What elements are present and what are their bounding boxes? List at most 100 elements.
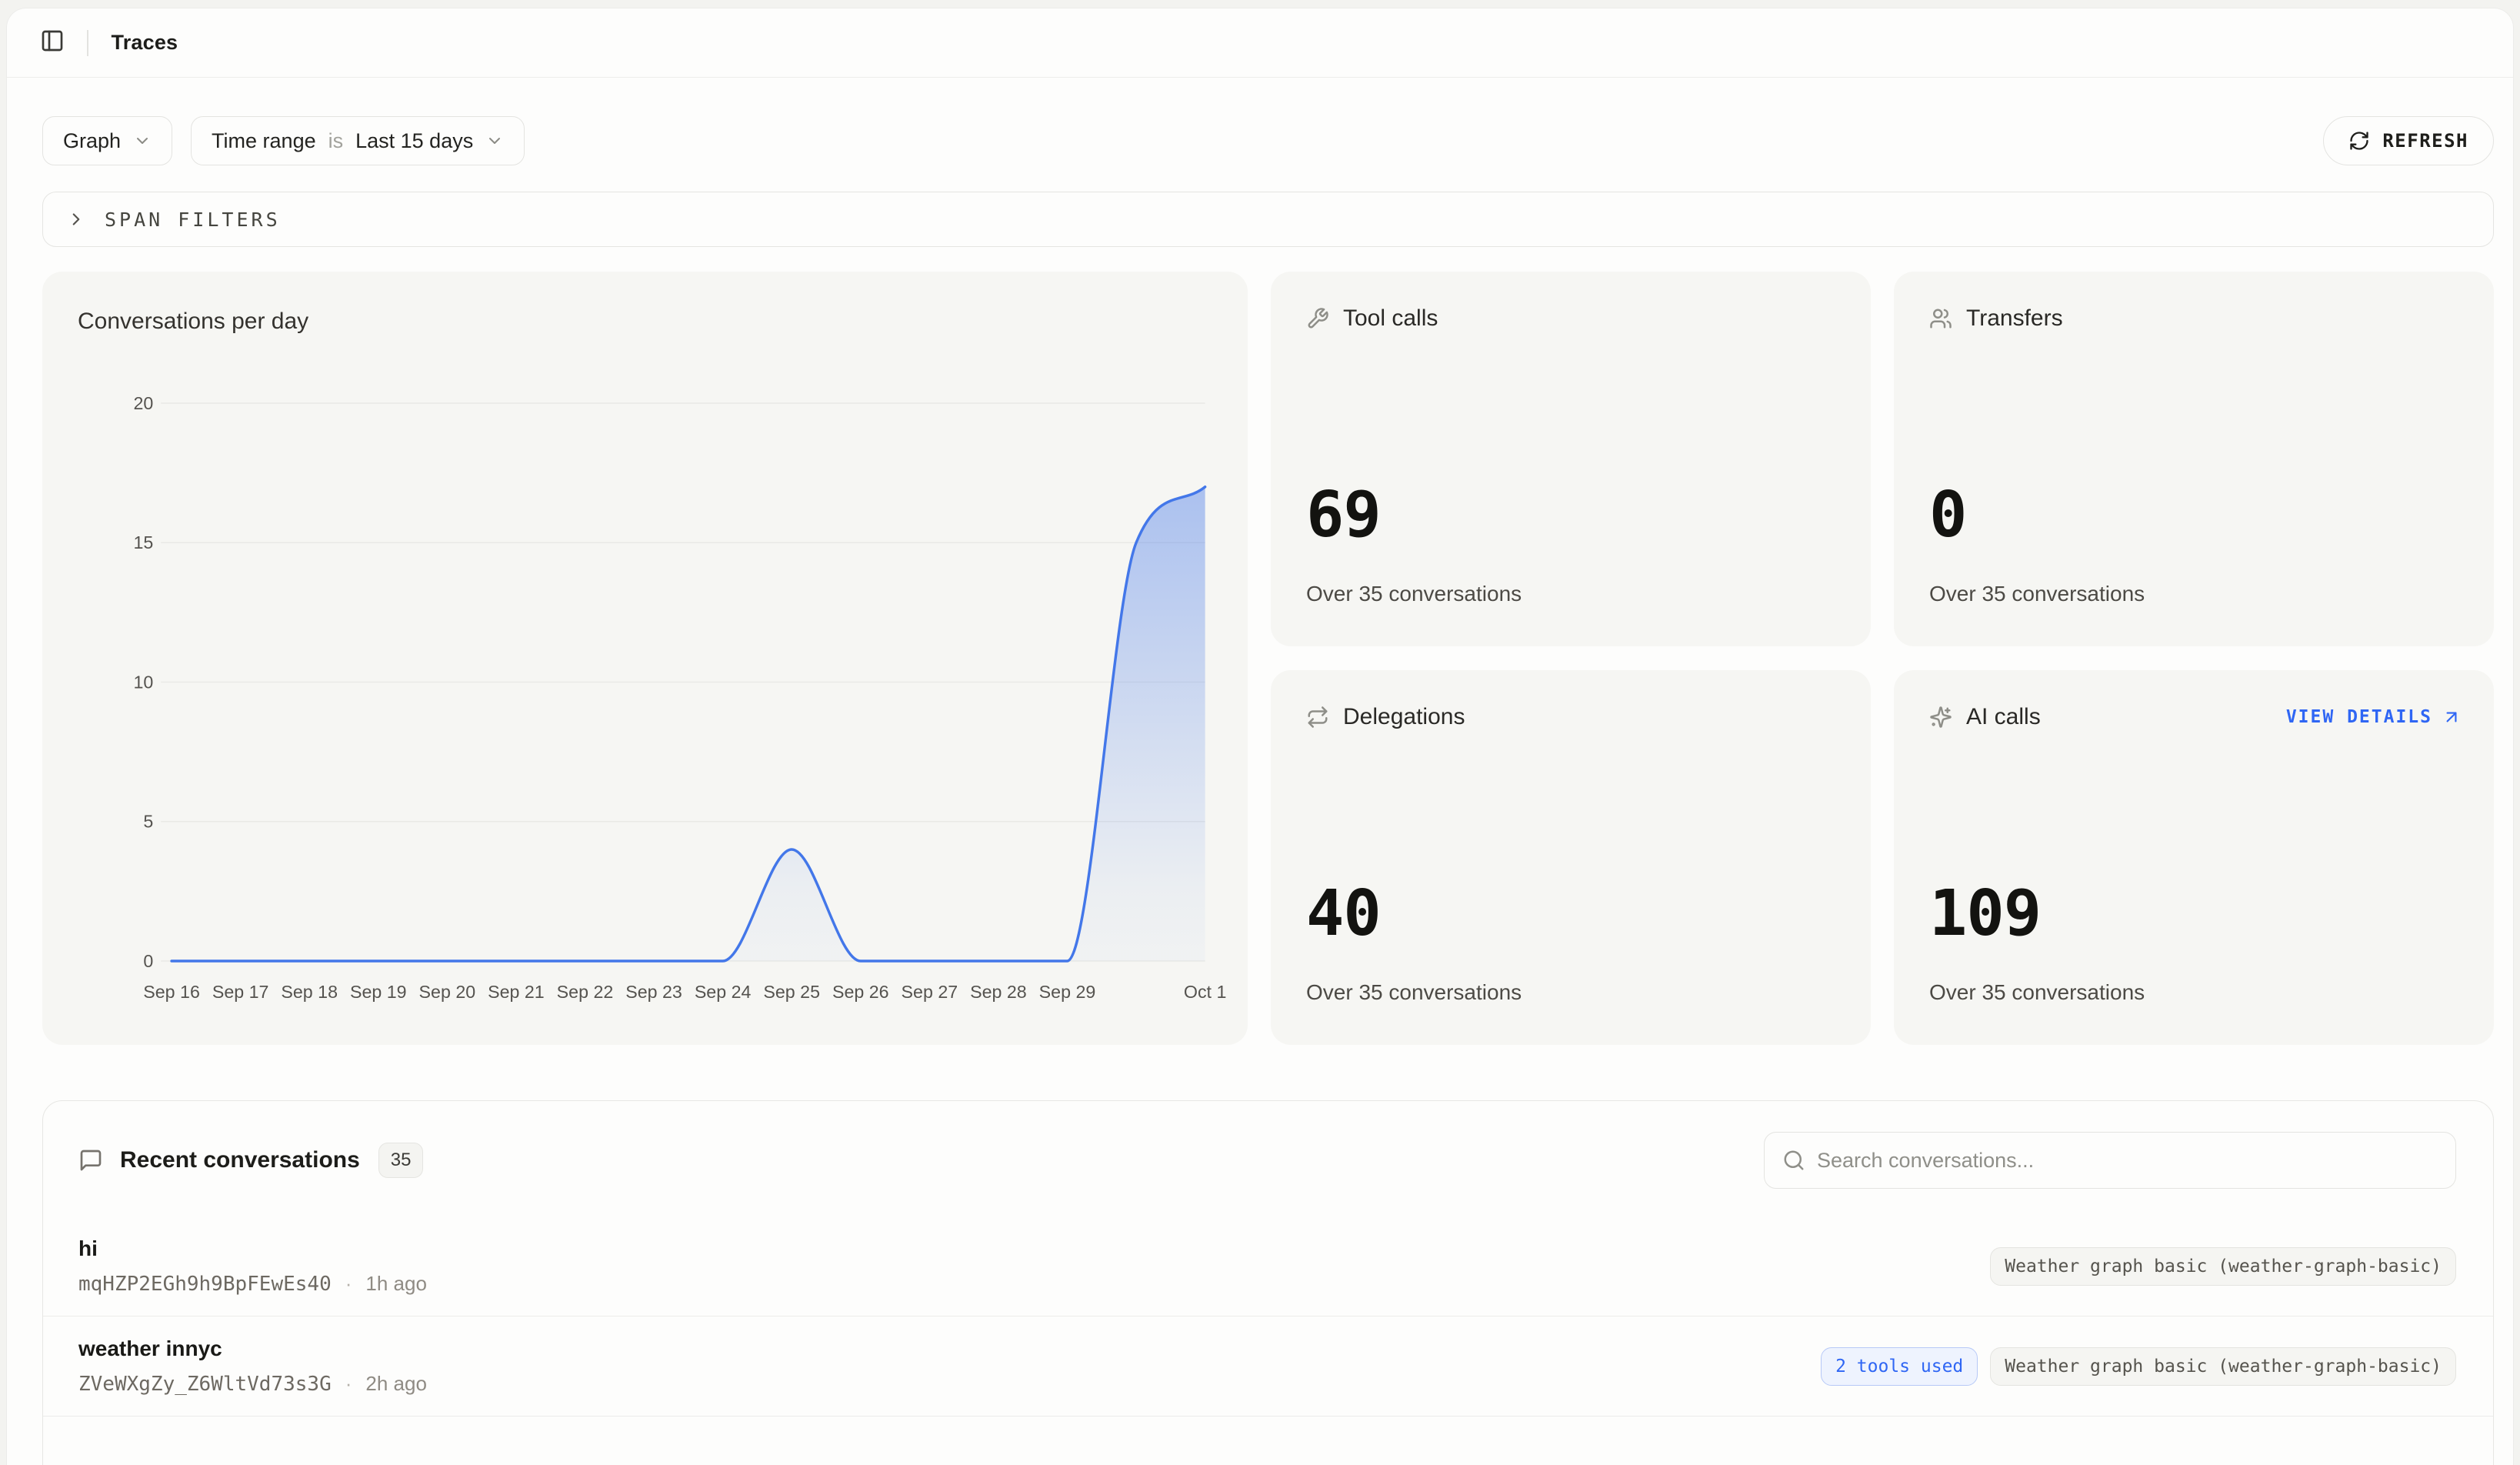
metric-header: Delegations [1306,704,1838,730]
conversation-row[interactable]: weather innyc ZVeWXgZy_Z6WltVd73s3G · 2h ag… [43,1316,2493,1417]
svg-text:Sep 23: Sep 23 [625,982,682,1002]
conversation-badges: 2 tools used Weather graph basic (weather… [1821,1347,2456,1386]
toolbar: Graph Time range is Last 15 days REFRESH [42,116,2494,165]
metric-header: Tool calls [1306,305,1838,332]
app-header: Traces [7,8,2513,78]
svg-text:Sep 20: Sep 20 [419,982,476,1002]
metric-subtitle: Over 35 conversations [1306,582,1522,606]
time-range-operator: is [328,129,344,153]
svg-text:15: 15 [134,532,154,552]
metric-card-transfers: Transfers 0 Over 35 conversations [1894,272,2494,646]
conversation-meta: ZVeWXgZy_Z6WltVd73s3G · 2h ago [78,1372,427,1396]
recent-conversations-title: Recent conversations [120,1147,360,1173]
conversations-per-day-chart: 0 5 10 15 20 Sep 16 Sep 17 Sep 18 Sep 19 Sep 20 Se… [42,395,1248,1018]
arrow-up-right-icon [2442,707,2462,727]
graph-dropdown[interactable]: Graph [42,116,172,165]
svg-text:5: 5 [143,812,153,832]
metric-value: 69 [1306,484,1381,547]
svg-text:10: 10 [134,672,154,692]
sparkles-icon [1929,706,1952,729]
conversation-info: hi mqHZP2EGh9h9BpFEwEs40 · 1h ago [78,1236,427,1296]
span-filters-toggle[interactable]: SPAN FILTERS [42,192,2494,247]
metric-subtitle: Over 35 conversations [1929,582,2145,606]
view-details-label: VIEW DETAILS [2286,707,2432,727]
content-area: Graph Time range is Last 15 days REFRESH… [7,116,2513,1465]
metric-title: AI calls [1966,704,2041,730]
svg-text:Sep 17: Sep 17 [212,982,269,1002]
span-filters-label: SPAN FILTERS [105,209,281,231]
chevron-down-icon [485,132,504,150]
svg-text:0: 0 [143,951,153,971]
conversation-time: 1h ago [365,1272,427,1296]
search-input[interactable] [1764,1132,2456,1189]
conversation-title: hi [78,1236,427,1261]
chevron-right-icon [66,209,86,229]
metric-subtitle: Over 35 conversations [1306,980,1522,1005]
time-range-value: Last 15 days [355,129,473,153]
metric-value: 109 [1929,883,2041,946]
search-box [1764,1132,2456,1189]
graph-dropdown-label: Graph [63,129,121,153]
conversation-count-badge: 35 [378,1143,424,1178]
metric-header: Transfers [1929,305,2462,332]
conversation-info: weather innyc ZVeWXgZy_Z6WltVd73s3G · 2h ag… [78,1337,427,1396]
wrench-icon [1306,307,1329,330]
metric-card-tool-calls: Tool calls 69 Over 35 conversations [1271,272,1871,646]
meta-separator: · [345,1272,352,1296]
conversation-badges: Weather graph basic (weather-graph-basic… [1990,1247,2456,1286]
view-details-link[interactable]: VIEW DETAILS [2286,707,2462,727]
conversation-list: hi mqHZP2EGh9h9BpFEwEs40 · 1h ago Weather gr… [43,1216,2493,1417]
svg-text:Sep 24: Sep 24 [695,982,752,1002]
metrics-grid: Conversations per day 0 5 10 15 20 Sep 16 Sep … [42,272,2494,1045]
header-divider [87,30,88,56]
metric-value: 40 [1306,883,1381,946]
svg-text:Sep 18: Sep 18 [281,982,338,1002]
metric-header: AI calls VIEW DETAILS [1929,704,2462,730]
sidebar-toggle-button[interactable] [35,25,70,61]
refresh-icon [2348,130,2370,152]
refresh-button[interactable]: REFRESH [2323,116,2494,165]
search-icon [1782,1149,1805,1172]
conversation-title: weather innyc [78,1337,427,1361]
repeat-icon [1306,706,1329,729]
conversation-row[interactable]: hi mqHZP2EGh9h9BpFEwEs40 · 1h ago Weather gr… [43,1216,2493,1316]
users-icon [1929,307,1952,330]
metric-subtitle: Over 35 conversations [1929,980,2145,1005]
conversation-time: 2h ago [365,1372,427,1396]
svg-text:20: 20 [134,395,154,413]
conversation-id: ZVeWXgZy_Z6WltVd73s3G [78,1373,332,1396]
agent-badge: Weather graph basic (weather-graph-basic… [1990,1347,2456,1386]
chat-bubble-icon [78,1148,103,1173]
chevron-down-icon [133,132,152,150]
svg-text:Sep 25: Sep 25 [763,982,820,1002]
svg-text:Sep 26: Sep 26 [832,982,889,1002]
recent-conversations-header: Recent conversations 35 [43,1101,2493,1189]
conversations-chart-card: Conversations per day 0 5 10 15 20 Sep 16 Sep … [42,272,1248,1045]
metric-card-ai-calls: AI calls VIEW DETAILS 109 Over 35 conversat… [1894,670,2494,1045]
refresh-button-label: REFRESH [2382,130,2468,152]
svg-text:Sep 19: Sep 19 [350,982,407,1002]
svg-text:Sep 28: Sep 28 [970,982,1027,1002]
app-window: Traces Graph Time range is Last 15 days … [6,8,2514,1465]
metric-title: Transfers [1966,305,2063,332]
svg-text:Sep 27: Sep 27 [902,982,958,1002]
time-range-field: Time range [212,129,316,153]
agent-badge: Weather graph basic (weather-graph-basic… [1990,1247,2456,1286]
svg-text:Sep 22: Sep 22 [557,982,614,1002]
metric-value: 0 [1929,484,1966,547]
metric-title: Delegations [1343,704,1465,730]
page-title: Traces [112,31,178,55]
svg-text:Sep 16: Sep 16 [143,982,200,1002]
recent-conversations-section: Recent conversations 35 hi mqHZP2EGh9h9Bp… [42,1100,2494,1465]
chart-title: Conversations per day [78,309,308,335]
svg-text:Sep 21: Sep 21 [488,982,545,1002]
metric-card-delegations: Delegations 40 Over 35 conversations [1271,670,1871,1045]
conversation-meta: mqHZP2EGh9h9BpFEwEs40 · 1h ago [78,1272,427,1296]
panel-left-icon [40,28,65,57]
conversation-id: mqHZP2EGh9h9BpFEwEs40 [78,1273,332,1296]
tools-used-badge: 2 tools used [1821,1347,1978,1386]
svg-text:Oct 1: Oct 1 [1184,982,1227,1002]
meta-separator: · [345,1372,352,1396]
time-range-filter[interactable]: Time range is Last 15 days [191,116,525,165]
metric-title: Tool calls [1343,305,1438,332]
